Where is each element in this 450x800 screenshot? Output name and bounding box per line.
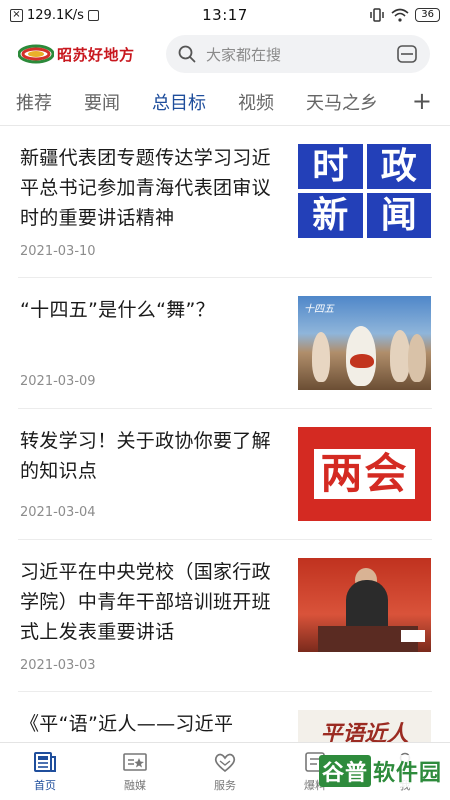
- news-title: “十四五”是什么“舞”？: [20, 299, 215, 321]
- thumb-char: 新: [298, 193, 363, 238]
- watermark-part-a: 谷普: [318, 755, 371, 787]
- news-title: 《平“语”近人——习近平: [20, 713, 234, 735]
- heart-hands-icon: [214, 753, 236, 772]
- status-bar: × 129.1K/s 13:17 36: [0, 0, 450, 30]
- news-thumbnail: [298, 558, 431, 652]
- wifi-icon: [391, 8, 409, 22]
- notification-x-icon: ×: [10, 8, 23, 22]
- scan-icon[interactable]: [396, 43, 418, 65]
- news-date: 2021-03-03: [20, 658, 96, 673]
- thumb-text: 两会: [314, 449, 415, 499]
- status-right: 36: [290, 8, 440, 22]
- add-channel-icon[interactable]: +: [407, 88, 432, 114]
- tab-tianma[interactable]: 天马之乡: [306, 89, 378, 115]
- thumb-char: 闻: [366, 193, 431, 238]
- news-item[interactable]: 习近平在中央党校（国家行政学院）中青年干部培训班开班式上发表重要讲话 2021-…: [0, 540, 450, 692]
- news-thumbnail: 两会: [298, 427, 431, 521]
- dancer-figure: [408, 334, 426, 382]
- news-date: 2021-03-04: [20, 505, 96, 520]
- news-icon: [34, 751, 56, 772]
- sim-icon: [87, 9, 99, 21]
- tab-headlines[interactable]: 要闻: [84, 89, 120, 115]
- battery-indicator: 36: [415, 8, 440, 22]
- news-date: 2021-03-10: [20, 244, 96, 259]
- nav-service[interactable]: 服务: [180, 743, 270, 800]
- news-list: 新疆代表团专题传达学习习近平总书记参加青海代表团审议时的重要讲话精神 2021-…: [0, 126, 450, 800]
- network-speed: 129.1K/s: [27, 7, 84, 23]
- nav-label: 融媒: [124, 778, 146, 792]
- watermark: 谷普 软件园: [318, 755, 442, 787]
- logo-mark-icon: [18, 44, 54, 64]
- dancer-figure: [350, 354, 374, 368]
- channel-tabs: 推荐 要闻 总目标 视频 天马之乡 +: [0, 80, 450, 124]
- news-item[interactable]: 转发学习！关于政协你要了解的知识点 2021-03-04 两会: [0, 409, 450, 540]
- thumb-char: 政: [366, 144, 431, 189]
- tab-video[interactable]: 视频: [238, 89, 274, 115]
- news-thumbnail: 时 政 新 闻: [298, 144, 431, 238]
- news-item[interactable]: “十四五”是什么“舞”？ 2021-03-09 十四五: [0, 278, 450, 409]
- tab-recommend[interactable]: 推荐: [16, 89, 52, 115]
- vibrate-icon: [370, 8, 385, 22]
- speaker-figure: [346, 580, 388, 632]
- search-bar[interactable]: 大家都在搜: [166, 35, 430, 73]
- nav-media[interactable]: 融媒: [90, 743, 180, 800]
- search-placeholder: 大家都在搜: [206, 45, 282, 64]
- news-title: 习近平在中央党校（国家行政学院）中青年干部培训班开班式上发表重要讲话: [20, 561, 271, 643]
- logo-text: 昭苏好地方: [57, 45, 135, 64]
- tab-general-goal[interactable]: 总目标: [152, 89, 206, 115]
- nav-label: 服务: [214, 778, 236, 792]
- news-title: 新疆代表团专题传达学习习近平总书记参加青海代表团审议时的重要讲话精神: [20, 147, 271, 229]
- app-header: 昭苏好地方 大家都在搜: [0, 32, 450, 76]
- status-time: 13:17: [202, 6, 248, 24]
- thumb-char: 时: [298, 144, 363, 189]
- tabs-fade: [372, 80, 412, 124]
- thumb-logo-tag: [401, 630, 425, 642]
- media-icon: [123, 752, 147, 771]
- news-date: 2021-03-09: [20, 374, 96, 389]
- app-logo[interactable]: 昭苏好地方: [18, 43, 148, 65]
- search-icon: [178, 45, 196, 63]
- thumb-caption: 十四五: [304, 304, 334, 315]
- news-item[interactable]: 新疆代表团专题传达学习习近平总书记参加青海代表团审议时的重要讲话精神 2021-…: [0, 126, 450, 278]
- watermark-part-b: 软件园: [372, 761, 442, 786]
- dancer-figure: [312, 332, 330, 382]
- news-title: 转发学习！关于政协你要了解的知识点: [20, 430, 271, 482]
- nav-home[interactable]: 首页: [0, 743, 90, 800]
- nav-label: 首页: [34, 778, 56, 792]
- status-left: × 129.1K/s: [10, 8, 160, 23]
- news-thumbnail: 十四五: [298, 296, 431, 390]
- dancer-figure: [390, 330, 410, 382]
